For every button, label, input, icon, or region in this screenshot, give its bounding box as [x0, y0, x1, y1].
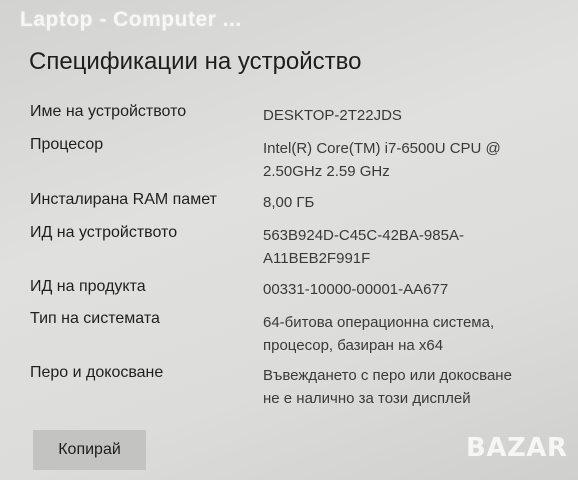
page-title: Спецификации на устройство: [29, 48, 362, 75]
spec-label: ИД на продукта: [30, 278, 146, 295]
copy-button[interactable]: Копирай: [33, 430, 146, 470]
watermark-text: Laptop - Computer ...: [20, 8, 242, 31]
spec-value: 64-битова операционна система, процесор,…: [263, 314, 495, 354]
spec-value: 563B924D-C45C-42BA-985A- A11BEB2F991F: [263, 227, 464, 267]
spec-label: Тип на системата: [30, 310, 160, 327]
spec-value: 00331-10000-00001-AA677: [263, 281, 449, 298]
spec-value: Въвеждането с перо или докосване не е на…: [263, 367, 512, 407]
spec-value: Intel(R) Core(TM) i7-6500U CPU @ 2.50GHz…: [263, 140, 501, 180]
bazar-logo: BAZAR: [466, 433, 568, 463]
spec-label: Инсталирана RAM памет: [30, 191, 217, 208]
spec-label: Перо и докосване: [30, 364, 164, 381]
spec-label: ИД на устройството: [30, 224, 178, 241]
spec-label: Име на устройството: [30, 103, 187, 120]
spec-value: 8,00 ГБ: [263, 194, 315, 211]
spec-value: DESKTOP-2T22JDS: [263, 107, 402, 124]
spec-label: Процесор: [30, 136, 104, 153]
